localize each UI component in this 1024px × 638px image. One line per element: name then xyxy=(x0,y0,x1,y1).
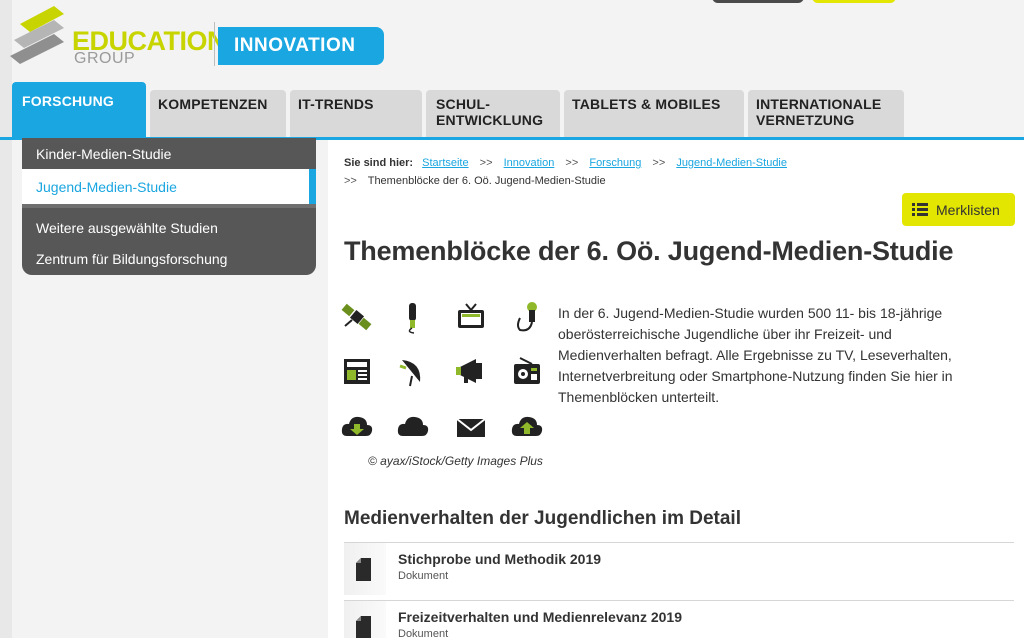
page-title: Themenblöcke der 6. Oö. Jugend-Medien-St… xyxy=(344,236,954,266)
document-icon xyxy=(356,558,371,581)
sidebar-item-weitere-studien[interactable]: Weitere ausgewählte Studien xyxy=(22,212,316,243)
breadcrumb-current: Themenblöcke der 6. Oö. Jugend-Medien-St… xyxy=(367,175,606,187)
nav-tab-forschung[interactable]: FORSCHUNG xyxy=(12,82,146,138)
sidebar-item-zentrum-bildungsforschung[interactable]: Zentrum für Bildungsforschung xyxy=(22,243,316,274)
satellite-dish-icon xyxy=(399,360,421,387)
nav-tab-schulentwicklung[interactable]: SCHUL- ENTWICKLUNG xyxy=(426,90,560,137)
nav-tab-label: TABLETS & MOBILES xyxy=(572,96,721,112)
nav-tab-kompetenzen[interactable]: KOMPETENZEN xyxy=(150,90,286,137)
sidebar-item-label: Jugend-Medien-Studie xyxy=(36,178,177,195)
sidebar-subnavigation: Kinder-Medien-Studie Jugend-Medien-Studi… xyxy=(22,138,316,275)
nav-tab-tablets-mobiles[interactable]: TABLETS & MOBILES xyxy=(564,90,744,137)
document-item-freizeitverhalten[interactable]: Freizeitverhalten und Medienrelevanz 201… xyxy=(344,600,1014,638)
sidebar-item-label: Weitere ausgewählte Studien xyxy=(36,219,218,236)
nav-tab-internationale-vernetzung[interactable]: INTERNATIONALE VERNETZUNG xyxy=(748,90,904,137)
document-item-stichprobe[interactable]: Stichprobe und Methodik 2019 Dokument xyxy=(344,542,1014,595)
breadcrumb-separator: >> xyxy=(344,175,357,187)
breadcrumb-link-innovation[interactable]: Innovation xyxy=(504,157,555,169)
image-credit: © ayax/iStock/Getty Images Plus xyxy=(368,454,543,468)
document-title: Stichprobe und Methodik 2019 xyxy=(398,551,602,567)
microphone-icon xyxy=(517,302,537,332)
cloud-upload-icon xyxy=(511,416,543,436)
document-title: Freizeitverhalten und Medienrelevanz 201… xyxy=(398,609,682,625)
breadcrumb-link-forschung[interactable]: Forschung xyxy=(589,157,641,169)
megaphone-icon xyxy=(456,359,482,383)
breadcrumb-separator: >> xyxy=(479,157,493,169)
section-badge-innovation[interactable]: INNOVATION xyxy=(218,27,384,65)
newspaper-icon xyxy=(344,359,370,384)
cloud-download-icon xyxy=(341,416,373,436)
section-title: Medienverhalten der Jugendlichen im Deta… xyxy=(344,508,741,529)
logo-mark-icon xyxy=(10,6,64,64)
education-group-logo[interactable]: EDUCATION GROUP xyxy=(10,6,227,70)
breadcrumb-label: Sie sind hier: xyxy=(344,157,414,169)
sidebar-divider xyxy=(22,204,316,208)
breadcrumb-link-startseite[interactable]: Startseite xyxy=(422,157,468,169)
nav-tab-it-trends[interactable]: IT-TRENDS xyxy=(290,90,422,137)
breadcrumb-separator: >> xyxy=(565,157,579,169)
merklisten-label: Merklisten xyxy=(936,201,1000,218)
document-icon-box xyxy=(344,601,386,638)
main-navigation: FORSCHUNG KOMPETENZEN IT-TRENDS SCHUL- E… xyxy=(0,80,1024,138)
top-utility-button-yellow[interactable] xyxy=(812,0,896,3)
document-icon-box xyxy=(344,543,386,595)
nav-tab-label: INTERNATIONALE VERNETZUNG xyxy=(756,96,882,128)
cloud-icon xyxy=(397,416,429,436)
document-type: Dokument xyxy=(398,570,449,582)
envelope-icon xyxy=(456,418,486,437)
intro-text: In der 6. Jugend-Medien-Studie wurden 50… xyxy=(558,305,953,405)
electric-toothbrush-icon xyxy=(408,303,416,334)
nav-tab-label: FORSCHUNG xyxy=(22,93,115,109)
sidebar-item-jugend-medien-studie[interactable]: Jugend-Medien-Studie xyxy=(22,169,316,204)
sidebar-item-label: Kinder-Medien-Studie xyxy=(36,145,172,162)
nav-tab-label: SCHUL- ENTWICKLUNG xyxy=(436,96,544,128)
breadcrumb-link-jugend-medien-studie[interactable]: Jugend-Medien-Studie xyxy=(676,157,787,169)
breadcrumb: Sie sind hier: Startseite >> Innovation … xyxy=(344,154,1004,190)
radio-icon xyxy=(514,357,540,384)
logo-divider xyxy=(214,22,215,66)
satellite-icon xyxy=(341,303,372,331)
nav-tab-label: IT-TRENDS xyxy=(298,96,374,112)
tv-icon xyxy=(458,303,484,328)
document-icon xyxy=(356,616,371,638)
logo-text-group: GROUP xyxy=(74,50,136,67)
document-type: Dokument xyxy=(398,628,449,638)
media-icons-image xyxy=(340,300,550,450)
merklisten-button[interactable]: Merklisten xyxy=(902,193,1015,226)
top-utility-button-dark[interactable] xyxy=(712,0,804,3)
main-content: Sie sind hier: Startseite >> Innovation … xyxy=(328,140,1024,638)
list-icon xyxy=(912,203,928,216)
sidebar-item-kinder-medien-studie[interactable]: Kinder-Medien-Studie xyxy=(22,138,316,169)
nav-tab-label: KOMPETENZEN xyxy=(158,96,268,112)
sidebar-item-label: Zentrum für Bildungsforschung xyxy=(36,250,228,267)
breadcrumb-separator: >> xyxy=(652,157,666,169)
